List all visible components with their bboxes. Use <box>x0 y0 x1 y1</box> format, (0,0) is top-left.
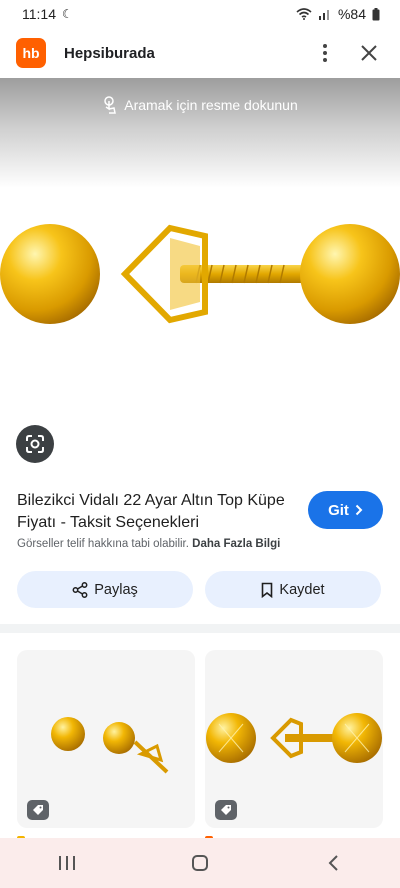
share-label: Paylaş <box>94 581 138 598</box>
lens-icon <box>26 435 44 453</box>
visit-button[interactable]: Git <box>308 491 383 529</box>
clock: 11:14 <box>22 6 56 22</box>
site-title: Hepsiburada <box>64 44 155 62</box>
recent-apps-icon[interactable] <box>37 843 97 883</box>
result-title[interactable]: Bilezikci Vidalı 22 Ayar Altın Top Küpe … <box>17 490 287 534</box>
close-icon[interactable] <box>354 38 384 68</box>
product-image-viewer[interactable]: Aramak için resme dokunun <box>0 78 400 478</box>
google-lens-button[interactable] <box>16 425 54 463</box>
copyright-notice: Görseller telif hakkına tabi olabilir. D… <box>17 538 281 550</box>
save-button[interactable]: Kaydet <box>205 571 381 608</box>
battery-percent: %84 <box>337 6 366 22</box>
share-button[interactable]: Paylaş <box>17 571 193 608</box>
related-image-thumbnail[interactable] <box>17 650 195 828</box>
more-options-icon[interactable] <box>310 38 340 68</box>
status-bar: 11:14 ☾ %84 <box>0 0 400 28</box>
section-divider <box>0 624 400 633</box>
do-not-disturb-icon: ☾ <box>62 7 73 21</box>
visit-button-label: Git <box>328 501 349 519</box>
more-info-link[interactable]: Daha Fazla Bilgi <box>192 538 280 550</box>
home-icon[interactable] <box>170 843 230 883</box>
chevron-right-icon <box>355 504 363 516</box>
back-icon[interactable] <box>303 843 363 883</box>
gold-earring-image <box>0 224 400 324</box>
product-tag-icon <box>215 800 237 820</box>
battery-icon <box>372 7 380 20</box>
bookmark-icon <box>262 582 273 598</box>
product-tag-icon <box>27 800 49 820</box>
signal-icon <box>318 10 329 20</box>
hepsiburada-logo: hb <box>16 38 46 68</box>
save-label: Kaydet <box>279 581 325 598</box>
app-bar: hb Hepsiburada <box>0 28 400 78</box>
wifi-icon <box>296 8 312 20</box>
system-navigation-bar <box>0 838 400 888</box>
related-image-thumbnail[interactable] <box>205 650 383 828</box>
share-icon <box>72 581 88 598</box>
